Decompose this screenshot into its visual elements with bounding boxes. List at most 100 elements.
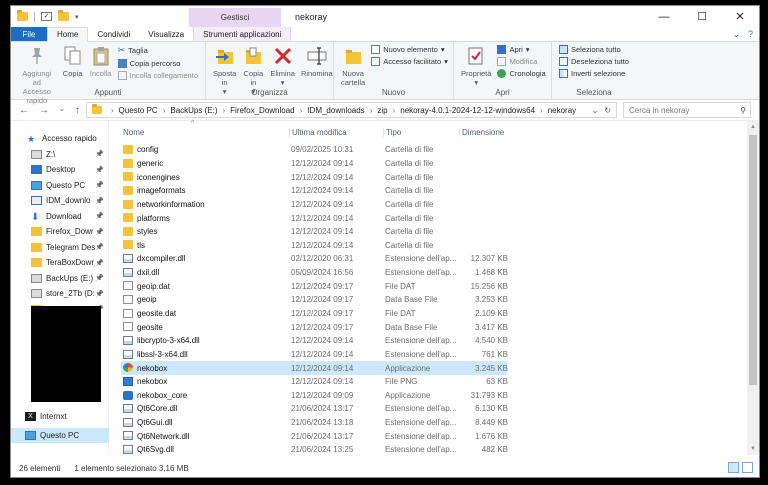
clipboard-small-buttons: ✂ Taglia Copia percorso Incolla collegame… — [115, 45, 201, 80]
nav-item[interactable]: TeraBoxDowr 📌 — [11, 255, 108, 271]
file-row[interactable]: styles 12/12/2024 09:14 Cartella di file — [109, 225, 759, 239]
paste-button[interactable]: Incolla — [87, 45, 115, 78]
rename-button[interactable]: Rinomina — [298, 45, 336, 78]
breadcrumb-item[interactable]: BackUps (E:) — [170, 106, 217, 115]
copy-path-button[interactable]: Copia percorso — [117, 59, 198, 68]
file-row[interactable]: geosite 12/12/2024 09:17 Data Base File 3.4… — [109, 320, 759, 334]
file-row[interactable]: dxil.dll 05/09/2024 16:56 Estensione dell'… — [109, 266, 759, 280]
recent-chevron-icon[interactable]: ⌄ — [59, 105, 65, 116]
scroll-up-icon[interactable]: ▲ — [747, 121, 759, 133]
nav-item[interactable]: Z:\ 📌 — [11, 147, 108, 163]
column-header-type[interactable]: Tipo — [383, 128, 401, 137]
computer-icon — [25, 430, 36, 440]
nav-item[interactable]: store_2Tb (D: 📌 — [11, 286, 108, 302]
file-row[interactable]: nekobox 12/12/2024 09:14 Applicazione 3.245… — [121, 361, 508, 375]
file-row[interactable]: libssl-3-x64.dll 12/12/2024 09:14 Estensio… — [109, 348, 759, 362]
vertical-scrollbar[interactable]: ▲ ▼ — [747, 121, 759, 455]
file-size: 4.540 KB — [475, 336, 508, 346]
select-none-button[interactable]: Deseleziona tutto — [559, 57, 629, 66]
history-icon — [497, 69, 507, 78]
search-input[interactable]: Cerca in nekoray ⚲ — [623, 102, 751, 118]
up-arrow-icon[interactable]: ↑ — [75, 105, 80, 116]
nav-item[interactable]: Desktop 📌 — [11, 162, 108, 178]
file-row[interactable]: imageformats 12/12/2024 09:14 Cartella di … — [109, 184, 759, 198]
file-row[interactable]: Qt6Svg.dll 21/06/2024 13:25 Estensione del… — [109, 443, 759, 457]
file-row[interactable]: iconengines 12/12/2024 09:14 Cartella di f… — [109, 170, 759, 184]
scrollbar-thumb[interactable] — [749, 135, 757, 385]
ribbon-tabs-right: ⌄ ? — [732, 29, 753, 40]
tab-share[interactable]: Condividi — [88, 27, 139, 41]
forward-arrow-icon[interactable]: → — [39, 105, 49, 116]
file-row[interactable]: Qt6Core.dll 21/06/2024 13:17 Estensione de… — [109, 402, 759, 416]
new-folder-icon[interactable] — [58, 10, 69, 21]
help-icon[interactable]: ? — [748, 29, 753, 40]
nav-item[interactable]: ★ Accesso rapido — [11, 131, 108, 147]
column-header-size[interactable]: Dimensione — [459, 128, 504, 137]
address-bar[interactable]: › Questo PC › BackUps (E:) › Firefox_Dow… — [85, 102, 617, 118]
address-dropdown-icon[interactable]: ⌄ — [592, 106, 599, 115]
refresh-icon[interactable]: ↻ — [604, 106, 611, 115]
large-icons-view-icon[interactable] — [742, 462, 753, 473]
file-row[interactable]: geoip 12/12/2024 09:17 Data Base File 3.253… — [109, 293, 759, 307]
back-arrow-icon[interactable]: ← — [19, 105, 29, 116]
file-row[interactable]: dxcompiler.dll 02/12/2020 06:31 Estensione… — [109, 252, 759, 266]
file-row[interactable]: nekobox 12/12/2024 09:14 File PNG 63 KB — [109, 375, 759, 389]
breadcrumb-item[interactable]: zip — [377, 106, 387, 115]
file-row[interactable]: platforms 12/12/2024 09:14 Cartella di fil… — [109, 211, 759, 225]
nav-item[interactable]: IDM_downlo 📌 — [11, 193, 108, 209]
properties-check-icon[interactable]: ✓ — [41, 12, 52, 21]
qat-dropdown-icon[interactable]: ▾ — [75, 13, 79, 21]
nav-item[interactable]: BackUps (E:) 📌 — [11, 271, 108, 287]
tab-app-tools[interactable]: Strumenti applicazioni — [193, 27, 292, 41]
maximize-button[interactable]: ☐ — [683, 6, 721, 27]
details-view-icon[interactable] — [728, 462, 739, 473]
file-date: 12/12/2024 09:09 — [291, 390, 354, 400]
file-row[interactable]: Qt6Gui.dll 21/06/2024 13:18 Estensione del… — [109, 416, 759, 430]
new-folder-button[interactable]: Nuova cartella — [338, 45, 368, 87]
nav-item[interactable]: Telegram Des 📌 — [11, 240, 108, 256]
tab-file[interactable]: File — [11, 27, 47, 41]
scroll-down-icon[interactable]: ▼ — [747, 443, 759, 455]
scissors-icon: ✂ — [117, 45, 126, 55]
file-row[interactable]: nekobox_core 12/12/2024 09:09 Applicazione… — [109, 389, 759, 403]
breadcrumb-item[interactable]: nekoray-4.0.1-2024-12-12-windows64 — [400, 106, 535, 115]
file-row[interactable]: libcrypto-3-x64.dll 12/12/2024 09:14 Esten… — [109, 334, 759, 348]
minimize-button[interactable]: — — [645, 6, 683, 27]
file-row[interactable]: geosite.dat 12/12/2024 09:17 File DAT 2.109… — [109, 307, 759, 321]
column-header-date[interactable]: Ultima modifica — [289, 128, 347, 137]
select-all-icon — [559, 45, 568, 54]
copy-button[interactable]: Copia — [59, 45, 87, 78]
file-row[interactable]: geoip.dat 12/12/2024 09:17 File DAT 15.256 … — [109, 279, 759, 293]
nav-item[interactable]: ⬇ Download 📌 — [11, 209, 108, 225]
cut-button[interactable]: ✂ Taglia — [118, 45, 198, 56]
properties-button[interactable]: Proprietà ▾ — [458, 45, 494, 87]
history-button[interactable]: Cronologia — [497, 69, 546, 78]
breadcrumb-item[interactable]: IDM_downloads — [307, 106, 364, 115]
nav-item[interactable]: Questo PC 📌 — [11, 178, 108, 194]
nav-item-internxt[interactable]: X Internxt — [11, 409, 109, 425]
tab-home[interactable]: Home — [47, 27, 89, 42]
file-row[interactable]: config 09/02/2025 10:31 Cartella di file — [109, 143, 759, 157]
breadcrumb-item[interactable]: Firefox_Download — [230, 106, 294, 115]
breadcrumb-item[interactable]: nekoray — [548, 106, 576, 115]
close-button[interactable]: ✕ — [721, 6, 759, 27]
edit-button[interactable]: Modifica — [497, 57, 545, 66]
nav-item-this-pc[interactable]: Questo PC — [11, 427, 109, 443]
file-row[interactable]: networkinformation 12/12/2024 09:14 Cartel… — [109, 198, 759, 212]
expand-ribbon-icon[interactable]: ⌄ — [732, 29, 740, 40]
invert-selection-button[interactable]: Inverti selezione — [559, 69, 629, 78]
drive-icon — [31, 289, 42, 299]
easy-access-button[interactable]: Accesso facilitato ▾ — [371, 57, 448, 66]
file-row[interactable]: Qt6Network.dll 21/06/2024 13:17 Estensione… — [109, 429, 759, 443]
file-row[interactable]: tls 12/12/2024 09:14 Cartella di file — [109, 238, 759, 252]
tab-view[interactable]: Visualizza — [139, 27, 193, 41]
delete-button[interactable]: Elimina ▾ — [267, 45, 298, 87]
new-item-button[interactable]: Nuovo elemento ▾ — [371, 45, 448, 54]
file-row[interactable]: generic 12/12/2024 09:14 Cartella di file — [109, 157, 759, 171]
open-button[interactable]: Apri ▾ — [497, 45, 545, 54]
select-all-button[interactable]: Seleziona tutto — [559, 45, 629, 54]
nav-item[interactable]: Firefox_Dowr 📌 — [11, 224, 108, 240]
breadcrumb-item[interactable]: Questo PC — [119, 106, 158, 115]
column-header-name[interactable]: Nome — [123, 128, 144, 137]
paste-shortcut-button[interactable]: Incolla collegamento — [117, 71, 198, 80]
